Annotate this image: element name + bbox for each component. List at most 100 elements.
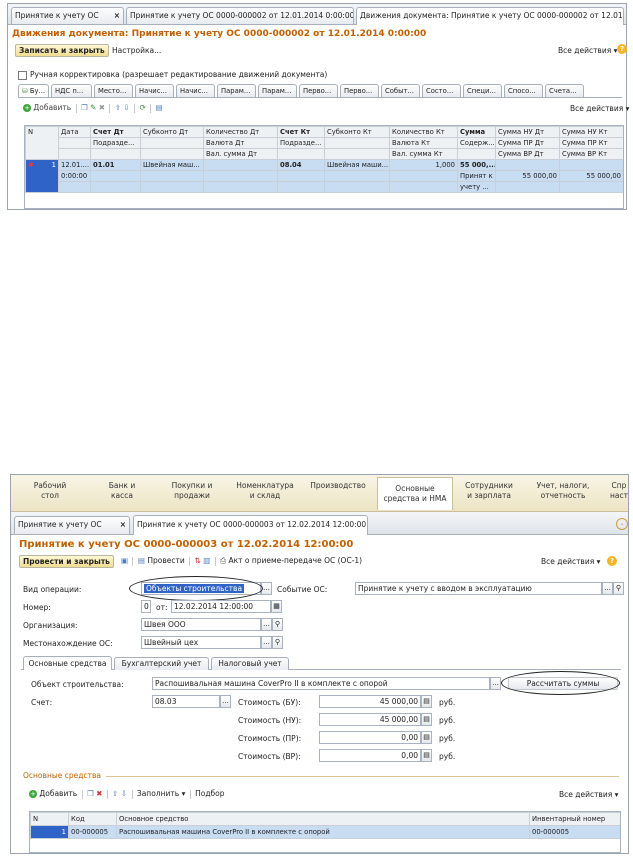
col-date[interactable]: Дата [58,126,91,138]
org-search-icon[interactable]: ⚲ [272,618,283,631]
table-row[interactable]: ✱ 1 12.01.... 01.01 Швейная маш... 08.04 … [25,159,623,193]
col-division-kt[interactable]: Подразде... [277,137,325,149]
add-icon[interactable]: + [23,104,31,112]
section-4[interactable]: Номенклатура и склад [229,481,301,501]
org-field[interactable]: Швея ООО [141,618,261,631]
calculator-icon[interactable]: ▤ [421,695,432,708]
col-sub-dt[interactable]: Субконто Дт [140,126,204,138]
col-n[interactable]: N [30,812,69,826]
print-icon[interactable]: ⎙ [220,556,226,565]
copy-icon[interactable]: ❐ [87,789,94,798]
account-select-button[interactable]: ... [220,695,231,708]
col-vr-dt[interactable]: Сумма ВР Дт [495,148,560,160]
add-button[interactable]: Добавить [39,789,77,798]
cost-field-2[interactable]: 45 000,00 [319,713,421,726]
save-close-button[interactable]: Записать и закрыть [15,44,109,57]
register-tab-1[interactable]: ⛁ Бу... [18,84,49,97]
cost-field-3[interactable]: 0,00 [319,731,421,744]
save-icon[interactable]: ▣ [121,556,128,565]
fill-button[interactable]: Заполнить ▾ [137,789,185,798]
delete-icon[interactable]: ✖ [96,789,102,798]
col-pr-kt[interactable]: Сумма ПР Кт [559,137,623,149]
account-field[interactable]: 08.03 [152,695,220,708]
section-5[interactable]: Производство [306,481,370,491]
cost-field-4[interactable]: 0,00 [319,749,421,762]
construction-field[interactable]: Распошивальная машина CoverPro II в комп… [152,677,490,690]
open-tab-1[interactable]: Принятие к учету ОС × [14,516,130,534]
open-tab-2[interactable]: Принятие к учету ОС 0000-000003 от 12.02… [133,515,368,535]
col-acc-kt[interactable]: Счет Кт [277,126,325,138]
register-tab-8[interactable]: Перво... [299,84,338,97]
location-search-icon[interactable]: ⚲ [272,636,283,649]
tab-fixed-assets[interactable]: Основные средства [23,656,112,670]
all-actions-menu[interactable]: Все действия ▾ [558,46,617,55]
post-button[interactable]: Провести [147,556,184,565]
event-search-icon[interactable]: ⚲ [613,582,624,595]
table-row[interactable]: 1 00-000005 Распошивальная машина CoverP… [30,825,620,839]
document-icon[interactable]: ▥ [203,556,210,565]
close-icon[interactable]: × [358,533,364,535]
close-icon[interactable]: × [120,517,126,533]
register-tab-5[interactable]: Начис... [176,84,215,97]
col-nu-kt[interactable]: Сумма НУ Кт [559,126,623,138]
number-field[interactable]: 0 [141,600,151,613]
register-tab-12[interactable]: Специ... [463,84,502,97]
col-code[interactable]: Код [68,812,117,826]
event-select-button[interactable]: ... [602,582,613,595]
act-button[interactable]: Акт о приеме-передаче ОС (ОС-1) [228,556,362,565]
top-tab-2[interactable]: Принятие к учету ОС 0000-000002 от 12.01… [126,7,354,24]
col-pr-dt[interactable]: Сумма ПР Дт [495,137,560,149]
col-division-dt[interactable]: Подразде... [90,137,141,149]
section-7[interactable]: Сотрудники и зарплата [455,481,523,501]
refresh-icon[interactable]: ⟳ [140,103,146,112]
calculator-icon[interactable]: ▤ [421,749,432,762]
col-nu-dt[interactable]: Сумма НУ Дт [495,126,560,138]
os-grid-all-actions[interactable]: Все действия ▾ [559,790,618,799]
move-down-icon[interactable]: ⇩ [124,103,130,112]
move-up-icon[interactable]: ⇧ [115,103,121,112]
register-tab-3[interactable]: Место... [94,84,133,97]
close-icon[interactable]: × [344,23,350,24]
register-tab-13[interactable]: Спосо... [504,84,543,97]
org-select-button[interactable]: ... [261,618,272,631]
construction-select-button[interactable]: ... [490,677,501,690]
settings-link[interactable]: Настройка... [112,46,161,55]
location-field[interactable]: Швейный цех [141,636,261,649]
col-valsum-kt[interactable]: Вал. сумма Кт [389,148,458,160]
register-tab-6[interactable]: Парам... [217,84,256,97]
tabs-menu-icon[interactable]: ⌄ [616,518,628,530]
col-valsum-dt[interactable]: Вал. сумма Дт [203,148,278,160]
location-select-button[interactable]: ... [261,636,272,649]
copy-icon[interactable]: ❐ [81,103,88,112]
col-asset[interactable]: Основное средство [116,812,530,826]
col-sum[interactable]: Сумма [457,126,496,138]
tab-accounting[interactable]: Бухгалтерский учет [114,657,209,670]
move-down-icon[interactable]: ⇩ [121,789,127,798]
date-field[interactable]: 12.02.2014 12:00:00 [171,600,271,613]
move-up-icon[interactable]: ⇧ [112,789,118,798]
movements-icon[interactable]: ⇅ [195,556,201,565]
register-tab-14[interactable]: Счета... [545,84,584,97]
add-button[interactable]: Добавить [33,103,71,112]
help-icon[interactable]: ? [607,556,617,566]
section-9[interactable]: Спр наст [599,481,628,501]
col-vr-kt[interactable]: Сумма ВР Кт [559,148,623,160]
register-tab-7[interactable]: Парам... [258,84,297,97]
col-inventory[interactable]: Инвентарный номер [529,812,620,826]
section-2[interactable]: Банк и касса [96,481,148,501]
calendar-icon[interactable]: ▦ [271,600,282,613]
section-8[interactable]: Учет, налоги, отчетность [527,481,599,501]
cost-field-1[interactable]: 45 000,00 [319,695,421,708]
register-tab-10[interactable]: Событ... [381,84,420,97]
grid-all-actions[interactable]: Все действия ▾ [570,104,629,113]
register-tab-11[interactable]: Состо... [422,84,461,97]
col-n[interactable]: N [25,126,59,160]
section-6[interactable]: Основные средства и НМА [377,477,453,510]
col-content[interactable]: Содерж... [457,137,496,149]
register-tab-4[interactable]: Начис... [135,84,174,97]
col-sub-kt[interactable]: Субконто Кт [324,126,390,138]
register-tab-2[interactable]: НДС п... [51,84,92,97]
report-icon[interactable]: ▤ [156,103,163,112]
post-icon[interactable]: ▤ [138,556,145,565]
edit-icon[interactable]: ✎ [90,103,96,112]
